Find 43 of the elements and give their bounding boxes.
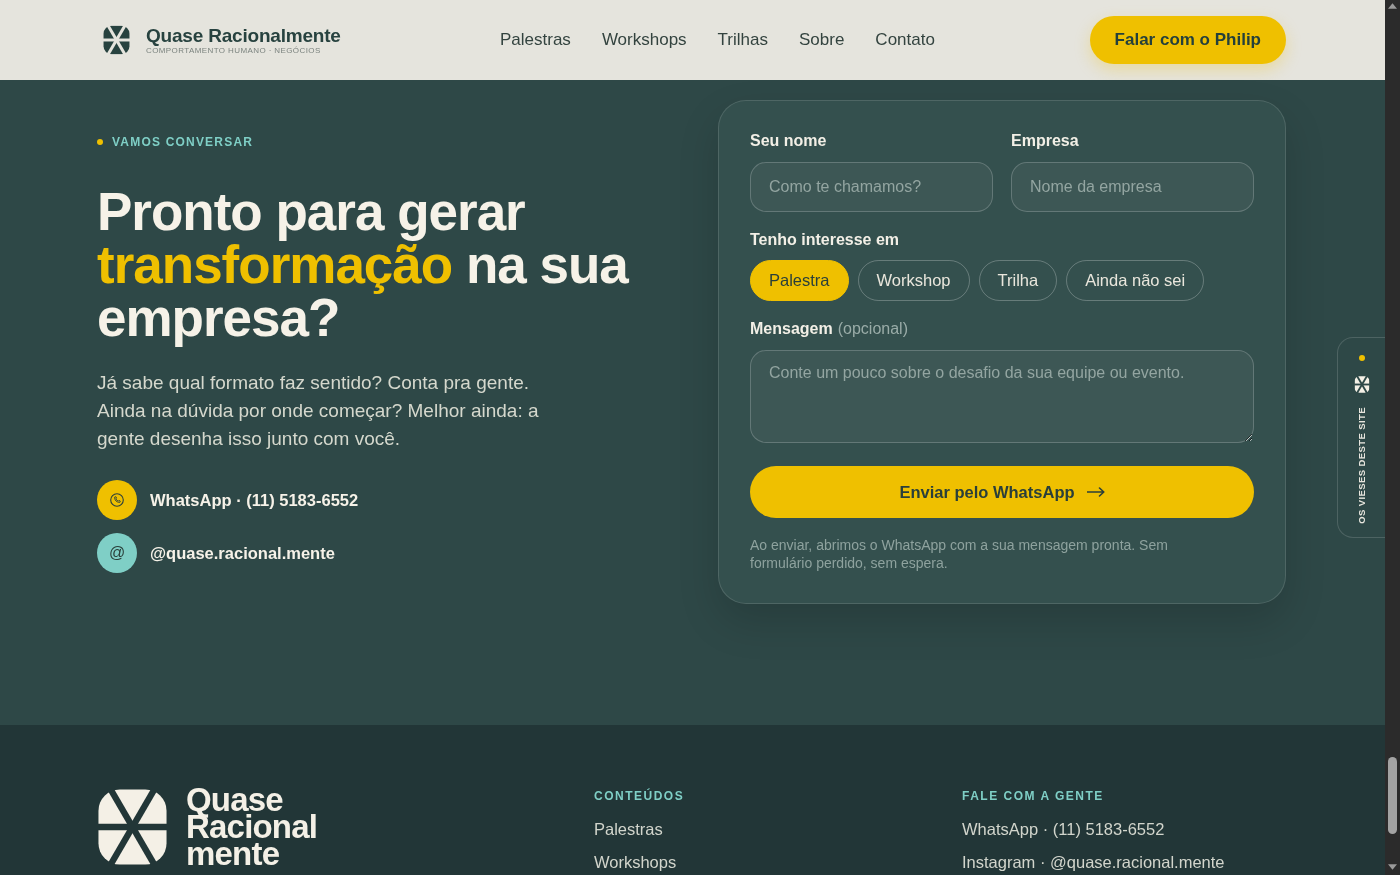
optional-note: (opcional) [837, 320, 908, 338]
eyebrow-label: VAMOS CONVERSAR [112, 135, 254, 149]
option-chip[interactable]: Palestra [750, 260, 849, 301]
scrollbar[interactable] [1385, 0, 1400, 875]
brand-name: Quase Racionalmente [146, 24, 341, 46]
arrow-icon [1086, 487, 1105, 497]
contact-link[interactable]: WhatsApp · (11) 5183-6552 [150, 490, 359, 510]
side-tab-label: OS VIESES DESTE SITE [1356, 407, 1367, 524]
footer-link[interactable]: Workshops [594, 852, 677, 872]
brand-tagline: COMPORTAMENTO HUMANO · NEGÓCIOS [146, 45, 322, 56]
footer-link[interactable]: Palestras [594, 819, 663, 839]
footer-heading: FALE COM A GENTE [962, 788, 1104, 804]
intro-text: Já sabe qual formato faz sentido? Conta pra gente. Ainda na dúvida por onde começar? Melhor ainda: a gente desenha isso junto com você. [97, 371, 540, 451]
text-field[interactable]: Nome da empresa [1011, 162, 1254, 212]
side-tab[interactable]: OS VIESES DESTE SITE [1337, 337, 1385, 538]
cta-button[interactable]: Falar com o Philip [1089, 16, 1286, 64]
scroll-up-icon[interactable] [1388, 3, 1397, 9]
logo-icon[interactable] [103, 25, 130, 55]
nav-link[interactable]: Trilhas [717, 30, 768, 50]
nav-link[interactable]: Workshops [601, 30, 687, 50]
field-label: Tenho interesse em [750, 231, 900, 249]
field-label: Seu nome [750, 132, 827, 150]
bullet-icon [97, 139, 103, 145]
field-label: Empresa [1011, 132, 1079, 150]
scroll-down-icon[interactable] [1388, 864, 1397, 870]
logo-icon[interactable] [97, 787, 168, 866]
nav-link[interactable]: Contato [875, 30, 935, 50]
submit-button[interactable]: Enviar pelo WhatsApp [750, 466, 1254, 518]
form-note: Ao enviar, abrimos o WhatsApp com a sua mensagem pronta. Sem formulário perdido, sem espera. [750, 536, 1169, 572]
scrollbar-thumb[interactable] [1388, 757, 1397, 834]
footer-link[interactable]: WhatsApp · (11) 5183-6552 [962, 819, 1165, 839]
nav-link[interactable]: Palestras [500, 30, 571, 50]
dot-icon [1358, 355, 1365, 361]
logo-icon [1353, 376, 1370, 393]
footer-heading: CONTEÚDOS [594, 788, 685, 804]
text-field[interactable]: Como te chamamos? [750, 162, 993, 212]
footer-wordmark: Quase Racional mente [186, 786, 318, 867]
at-sign-icon: @ [97, 533, 137, 573]
field-label: Mensagem [750, 320, 833, 338]
contact-link[interactable]: @quase.racional.mente [150, 543, 335, 563]
message-field[interactable]: Conte um pouco sobre o desafio da sua equipe ou evento. [750, 350, 1254, 443]
footer-link[interactable]: Instagram · @quase.racional.mente [962, 852, 1225, 872]
nav-link[interactable]: Sobre [799, 30, 845, 50]
